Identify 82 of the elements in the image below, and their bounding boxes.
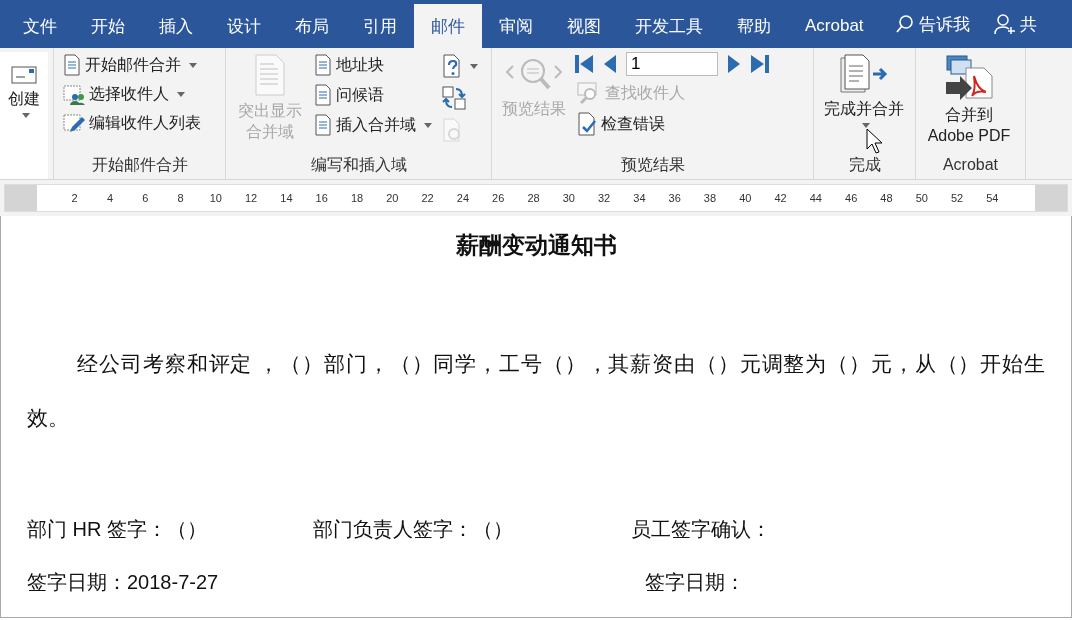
tell-me-field[interactable]: 告诉我 [918, 12, 970, 36]
first-record-icon[interactable] [574, 54, 594, 74]
ribbon-tab[interactable]: 审阅 [482, 4, 550, 48]
signature-line: 部门 HR 签字：（） [27, 517, 208, 542]
last-record-icon[interactable] [750, 54, 770, 74]
ruler-number: 18 [349, 192, 365, 204]
check-document-icon [577, 112, 597, 136]
group-label: 编写和插入域 [309, 155, 408, 175]
ruler-number: 38 [702, 192, 718, 204]
document-icon [314, 84, 333, 106]
ribbon-button[interactable]: 合并到 Adobe PDF [922, 52, 1016, 153]
ruler-number: 4 [105, 192, 114, 204]
group-label: Acrobat [941, 155, 1000, 175]
person-add-icon [993, 13, 1016, 35]
ribbon-tab[interactable]: 视图 [550, 4, 618, 48]
group-label: 预览结果 [619, 155, 686, 175]
ruler-number: 44 [808, 192, 823, 204]
record-number-field[interactable]: 1 [626, 52, 718, 76]
document-icon [63, 54, 81, 76]
ruler-number: 30 [561, 192, 576, 204]
ruler-number: 48 [879, 192, 894, 204]
ribbon-tab[interactable]: 布局 [278, 4, 346, 48]
ruler-number: 20 [385, 192, 400, 204]
ribbon-tab[interactable]: 帮助 [720, 4, 788, 48]
ruler-number: 14 [279, 192, 294, 204]
document-icon [253, 54, 286, 96]
signature-line: 部门负责人签字：（） [313, 517, 514, 542]
ruler-number: 28 [526, 192, 541, 204]
edit-list-icon [63, 113, 85, 134]
mouse-cursor-icon [866, 128, 884, 154]
swap-icon [442, 86, 467, 110]
ruler-number: 26 [491, 192, 506, 204]
ribbon-tab[interactable]: 邮件 [414, 4, 482, 48]
ruler-number: 32 [596, 192, 612, 204]
ribbon-menu-button[interactable]: 地址块 [311, 52, 436, 78]
finish-merge-icon [839, 54, 889, 94]
refresh-document-icon [442, 118, 463, 142]
ribbon-tab[interactable]: 开发工具 [618, 4, 720, 48]
body-paragraph: 经公司考察和评定 ，（）部门，（）同学，工号（），其薪资由（）元调整为（）元，从（）开始生效。 [27, 351, 1045, 432]
ruler-number: 24 [455, 192, 471, 204]
document-icon [314, 54, 333, 76]
ribbon-tab[interactable]: 开始 [74, 4, 142, 48]
ruler-number: 50 [914, 192, 929, 204]
ribbon-tab[interactable]: 文件 [6, 4, 74, 48]
ruler-number: 46 [844, 192, 859, 204]
ribbon-tab[interactable]: 引用 [346, 4, 414, 48]
group-label: 开始邮件合并 [90, 155, 189, 175]
ruler-number: 2 [70, 192, 79, 204]
envelope-icon [11, 66, 37, 84]
ruler-number: 12 [244, 192, 259, 204]
ruler-number: 52 [949, 192, 965, 204]
pdf-merge-icon [944, 54, 994, 100]
help-document-icon [442, 54, 463, 78]
ribbon-menu-button[interactable]: 编辑收件人列表 [60, 111, 204, 136]
ribbon-menu-button[interactable]: 问候语 [311, 82, 436, 108]
ruler-number: 22 [420, 192, 435, 204]
ribbon-tab[interactable]: 插入 [142, 4, 210, 48]
ribbon-tab[interactable]: 设计 [210, 4, 278, 48]
group-label: 完成 [847, 155, 882, 175]
document-title: 薪酬变动通知书 [454, 232, 618, 260]
ribbon-tab[interactable]: Acrobat [788, 4, 881, 48]
signature-line: 签字日期：2018-7-27 [27, 570, 220, 595]
ruler-number: 10 [208, 192, 223, 204]
ruler-number: 54 [985, 192, 1000, 204]
ruler-number: 34 [632, 192, 647, 204]
ribbon-button[interactable]: 创建 [0, 52, 48, 179]
ribbon-menu-button[interactable]: 开始邮件合并 [60, 52, 204, 78]
search-icon [894, 14, 915, 34]
ruler-number: 16 [314, 192, 329, 204]
share-button[interactable]: 共 [1019, 12, 1037, 36]
recipients-icon [63, 84, 85, 105]
ruler-number: 8 [176, 192, 185, 204]
ribbon-menu-button[interactable]: 检查错误 [574, 110, 770, 138]
document-icon [314, 114, 333, 136]
signature-line: 员工签字确认： [631, 517, 772, 542]
ruler-number: 6 [141, 192, 150, 204]
ribbon-menu-button[interactable]: 插入合并域 [311, 112, 436, 138]
ruler-number: 40 [738, 192, 753, 204]
ruler-number: 42 [773, 192, 788, 204]
signature-line: 签字日期： [645, 570, 746, 595]
ruler-number: 36 [667, 192, 682, 204]
ribbon-menu-button[interactable]: 选择收件人 [60, 82, 204, 107]
